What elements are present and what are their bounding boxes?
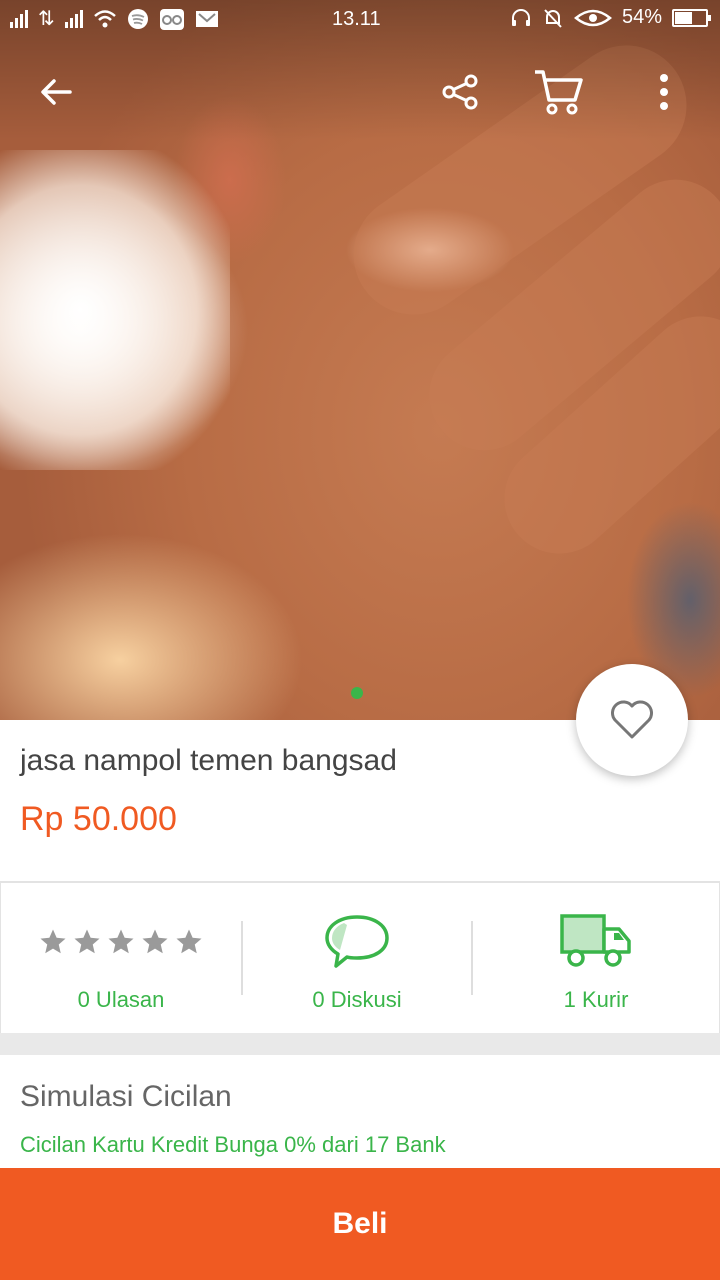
- discussions-stat[interactable]: 0 Diskusi: [243, 883, 471, 1033]
- image-pager-dot[interactable]: [351, 687, 363, 699]
- signal-icon: [64, 9, 83, 28]
- star-icon: [108, 929, 134, 954]
- share-icon: [442, 74, 478, 110]
- discussions-label: 0 Diskusi: [312, 987, 402, 1012]
- product-stats: 0 Ulasan 0 Diskusi 1 Kurir: [0, 883, 720, 1033]
- signal-icon: [10, 9, 28, 28]
- star-icon: [40, 929, 66, 954]
- product-image[interactable]: [0, 0, 720, 720]
- battery-fill: [675, 11, 693, 24]
- chat-bubble-icon: [325, 915, 389, 968]
- product-price: Rp 50.000: [20, 800, 177, 838]
- star-icon: [74, 929, 100, 954]
- status-bar: ⇅ 13.11 54%: [0, 0, 720, 38]
- status-time: 13.11: [332, 8, 381, 30]
- battery-percent: 54%: [621, 6, 662, 28]
- star-icon: [142, 929, 168, 954]
- reviews-stat[interactable]: 0 Ulasan: [1, 883, 241, 1033]
- eye-icon: [574, 9, 612, 26]
- status-right-icons: 54%: [510, 6, 711, 29]
- installment-title: Simulasi Cicilan: [20, 1080, 232, 1113]
- arrow-left-icon: [41, 79, 72, 105]
- reviews-label: 0 Ulasan: [77, 987, 165, 1012]
- rating-stars: [38, 927, 204, 957]
- product-title: jasa nampol temen bangsad: [20, 744, 397, 777]
- image-highlight: [0, 150, 230, 470]
- battery-icon: [672, 8, 711, 27]
- wifi-icon: [93, 9, 116, 27]
- heart-icon: [611, 700, 653, 739]
- cart-icon: [535, 70, 583, 115]
- mail-icon: [195, 10, 218, 27]
- tripadvisor-icon: [159, 8, 184, 30]
- buy-button[interactable]: Beli: [0, 1168, 720, 1280]
- alarm-muted-icon: [544, 8, 562, 28]
- truck-icon: [560, 914, 631, 967]
- data-transfer-icon: ⇅: [38, 8, 55, 30]
- share-button[interactable]: [430, 62, 490, 122]
- back-button[interactable]: [26, 62, 86, 122]
- status-left-icons: ⇅: [10, 6, 219, 31]
- spotify-icon: [127, 8, 148, 29]
- installment-link[interactable]: Cicilan Kartu Kredit Bunga 0% dari 17 Ba…: [20, 1132, 446, 1158]
- star-icon: [176, 929, 202, 954]
- wishlist-button[interactable]: [576, 664, 688, 776]
- cart-button[interactable]: [528, 62, 588, 122]
- more-options-button[interactable]: [634, 62, 694, 122]
- couriers-label: 1 Kurir: [563, 987, 629, 1012]
- section-spacer: [0, 1033, 720, 1055]
- more-vertical-icon: [660, 74, 668, 110]
- headset-icon: [511, 8, 530, 26]
- couriers-stat[interactable]: 1 Kurir: [473, 883, 719, 1033]
